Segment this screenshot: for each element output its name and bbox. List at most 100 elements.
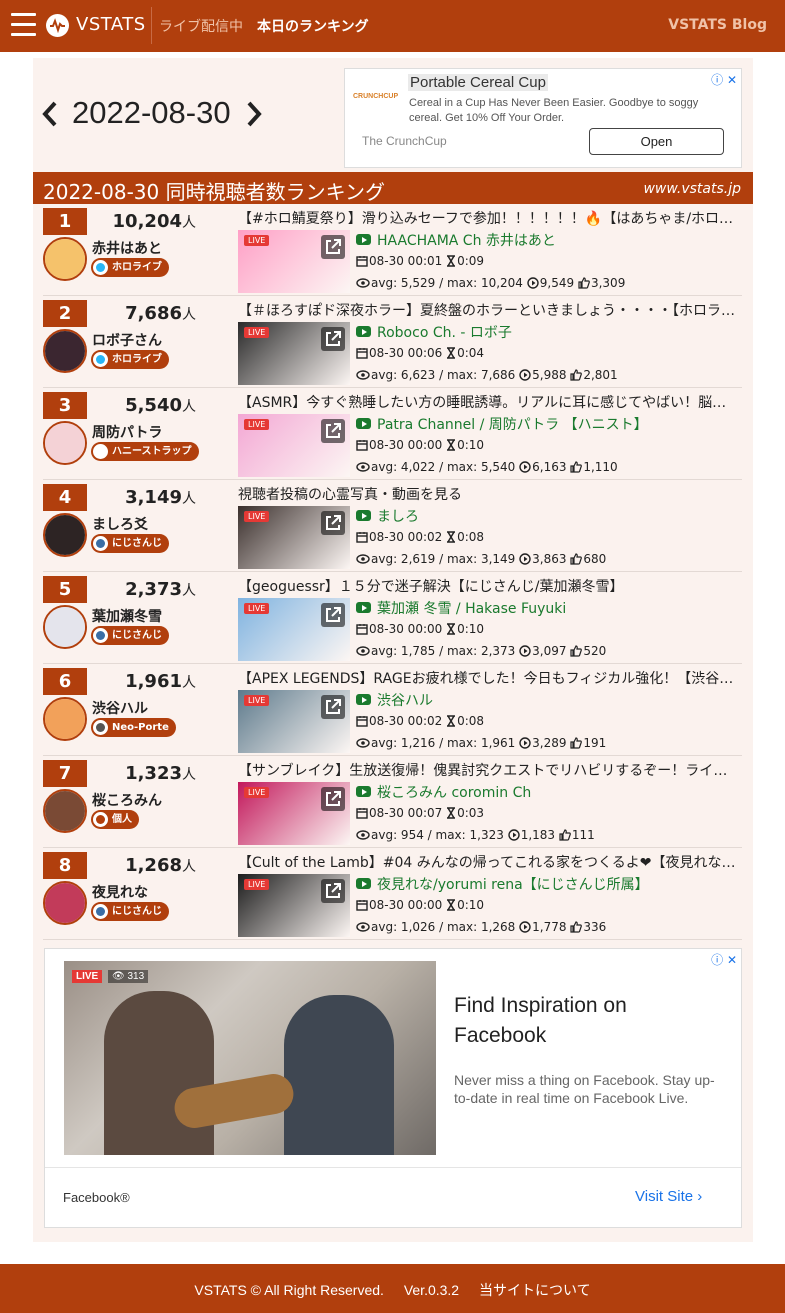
external-link-icon[interactable]	[321, 235, 345, 259]
stream-title[interactable]: 【Cult of the Lamb】#04 みんなの帰ってこれる家をつくるよ❤【…	[238, 852, 740, 872]
stream-thumbnail[interactable]: LIVE	[238, 874, 350, 937]
eye-icon	[356, 276, 371, 290]
stream-title[interactable]: 【APEX LEGENDS】RAGEお疲れ様でした！今日もフィジカル強化！【渋谷…	[238, 668, 740, 688]
agency-badge[interactable]: ホロライブ	[91, 350, 169, 369]
ad-title[interactable]: Portable Cereal Cup	[408, 74, 548, 91]
vtuber-name[interactable]: 周防パトラ	[92, 422, 162, 442]
stream-title[interactable]: 【#ホロ鯖夏祭り】滑り込みセーフで参加！！！！！！🔥【はあちゃま/ホロライブ】	[238, 208, 740, 228]
start-time: 08-30 00:00	[369, 898, 443, 912]
channel-link[interactable]: Roboco Ch. - ロボ子	[356, 322, 512, 342]
agency-badge[interactable]: 個人	[91, 810, 139, 829]
agency-badge[interactable]: にじさんじ	[91, 534, 169, 553]
stream-thumbnail[interactable]: LIVE	[238, 506, 350, 569]
stream-title[interactable]: 【ASMR】今すぐ熟睡したい方の睡眠誘導。リアルに耳に感じてやばい！脳がとろける	[238, 392, 740, 412]
brand-link[interactable]: VSTATS	[76, 14, 146, 35]
viewer-count-value: 3,149	[125, 487, 182, 508]
vtuber-name[interactable]: 夜見れな	[92, 882, 148, 902]
menu-icon[interactable]	[11, 13, 36, 37]
avatar[interactable]	[43, 237, 87, 281]
play-icon	[519, 460, 532, 474]
prev-date-chevron-icon[interactable]	[40, 100, 60, 128]
eye-icon	[356, 920, 371, 934]
vtuber-name[interactable]: 赤井はあと	[92, 238, 162, 258]
stream-thumbnail[interactable]: LIVE	[238, 690, 350, 753]
channel-link[interactable]: ましろ	[356, 506, 419, 526]
logo-icon[interactable]	[46, 14, 69, 37]
external-link-icon[interactable]	[321, 603, 345, 627]
agency-badge[interactable]: にじさんじ	[91, 902, 169, 921]
ad-choices-icon[interactable]: ⓘ ✕	[711, 951, 737, 968]
agency-badge[interactable]: ホロライブ	[91, 258, 169, 277]
stream-title[interactable]: 【＃ほろすぽド深夜ホラー】夏終盤のホラーといきましょう・・・・【ホロライブ/ロボ…	[238, 300, 740, 320]
channel-link[interactable]: 渋谷ハル	[356, 690, 433, 710]
channel-link[interactable]: Patra Channel / 周防パトラ 【ハニスト】	[356, 414, 648, 434]
vtuber-name[interactable]: 渋谷ハル	[92, 698, 148, 718]
external-link-icon[interactable]	[321, 787, 345, 811]
channel-link[interactable]: 桜ころみん coromin Ch	[356, 782, 531, 802]
external-link-icon[interactable]	[321, 879, 345, 903]
agency-badge[interactable]: Neo-Porte	[91, 718, 176, 737]
avatar[interactable]	[43, 881, 87, 925]
ad-open-button[interactable]: Open	[589, 128, 724, 155]
avatar[interactable]	[43, 605, 87, 649]
ad-image[interactable]: LIVE 👁 313	[64, 961, 436, 1155]
stream-title[interactable]: 視聴者投稿の心霊写真・動画を見る	[238, 484, 740, 504]
agency-icon	[93, 628, 108, 643]
ad-live-badge: LIVE	[72, 970, 103, 983]
viewer-unit: 人	[182, 859, 196, 875]
start-time: 08-30 00:00	[369, 622, 443, 636]
nav-divider	[151, 7, 152, 44]
channel-link[interactable]: HAACHAMA Ch 赤井はあと	[356, 230, 556, 250]
duration: 0:10	[457, 438, 485, 452]
viewer-unit: 人	[182, 675, 196, 691]
vtuber-name[interactable]: ロボ子さん	[92, 330, 162, 350]
external-link-icon[interactable]	[321, 511, 345, 535]
ad-person-right	[284, 995, 394, 1155]
channel-name: Patra Channel / 周防パトラ 【ハニスト】	[377, 417, 648, 433]
stream-thumbnail[interactable]: LIVE	[238, 598, 350, 661]
stream-thumbnail[interactable]: LIVE	[238, 414, 350, 477]
viewer-count-value: 2,373	[125, 579, 182, 600]
channel-link[interactable]: 葉加瀬 冬雪 / Hakase Fuyuki	[356, 598, 566, 618]
stream-title[interactable]: 【サンブレイク】生放送復帰！傀異討究クエストでリハビリするぞー！ライブ配信	[238, 760, 740, 780]
ad-banner-top[interactable]: ⓘ ✕ CRUNCHCUP Portable Cereal Cup Cereal…	[344, 68, 742, 168]
rank-number: 1	[43, 208, 87, 235]
youtube-icon	[356, 510, 371, 521]
ad-choices-icon[interactable]: ⓘ ✕	[711, 71, 737, 88]
ad-visit-button[interactable]: Visit Site ›	[635, 1188, 702, 1205]
agency-badge[interactable]: ハニーストラップ	[91, 442, 199, 461]
ad-title[interactable]: Find Inspiration on Facebook	[454, 991, 724, 1051]
nav-live-link[interactable]: ライブ配信中	[159, 16, 243, 36]
channel-link[interactable]: 夜見れな/yorumi rena【にじさんじ所属】	[356, 874, 649, 894]
footer-about-link[interactable]: 当サイトについて	[479, 1282, 591, 1298]
thumbs-up-icon	[570, 552, 583, 566]
avatar[interactable]	[43, 697, 87, 741]
nav-blog-link[interactable]: VSTATS Blog	[668, 17, 767, 33]
ad-view-count-value: 313	[127, 971, 145, 982]
external-link-icon[interactable]	[321, 327, 345, 351]
avatar[interactable]	[43, 513, 87, 557]
ad-banner-bottom[interactable]: ⓘ ✕ LIVE 👁 313 Find Inspiration on Faceb…	[44, 948, 742, 1228]
site-url: www.vstats.jp	[643, 181, 741, 197]
avatar[interactable]	[43, 421, 87, 465]
nav-ranking-link[interactable]: 本日のランキング	[257, 16, 369, 36]
thumbs-up-icon	[570, 920, 583, 934]
avatar[interactable]	[43, 329, 87, 373]
external-link-icon[interactable]	[321, 419, 345, 443]
stream-thumbnail[interactable]: LIVE	[238, 322, 350, 385]
stream-thumbnail[interactable]: LIVE	[238, 230, 350, 293]
play-icon	[519, 644, 532, 658]
start-time: 08-30 00:02	[369, 530, 443, 544]
vtuber-name[interactable]: ましろ爻	[92, 514, 148, 534]
viewer-count: 1,323人	[93, 763, 196, 784]
next-date-chevron-icon[interactable]	[244, 100, 264, 128]
avatar[interactable]	[43, 789, 87, 833]
viewer-unit: 人	[182, 399, 196, 415]
external-link-icon[interactable]	[321, 695, 345, 719]
calendar-icon	[356, 622, 369, 636]
stream-title[interactable]: 【geoguessr】１５分で迷子解決【にじさんじ/葉加瀬冬雪】	[238, 576, 740, 596]
agency-badge[interactable]: にじさんじ	[91, 626, 169, 645]
stream-thumbnail[interactable]: LIVE	[238, 782, 350, 845]
vtuber-name[interactable]: 葉加瀬冬雪	[92, 606, 162, 626]
vtuber-name[interactable]: 桜ころみん	[92, 790, 162, 810]
